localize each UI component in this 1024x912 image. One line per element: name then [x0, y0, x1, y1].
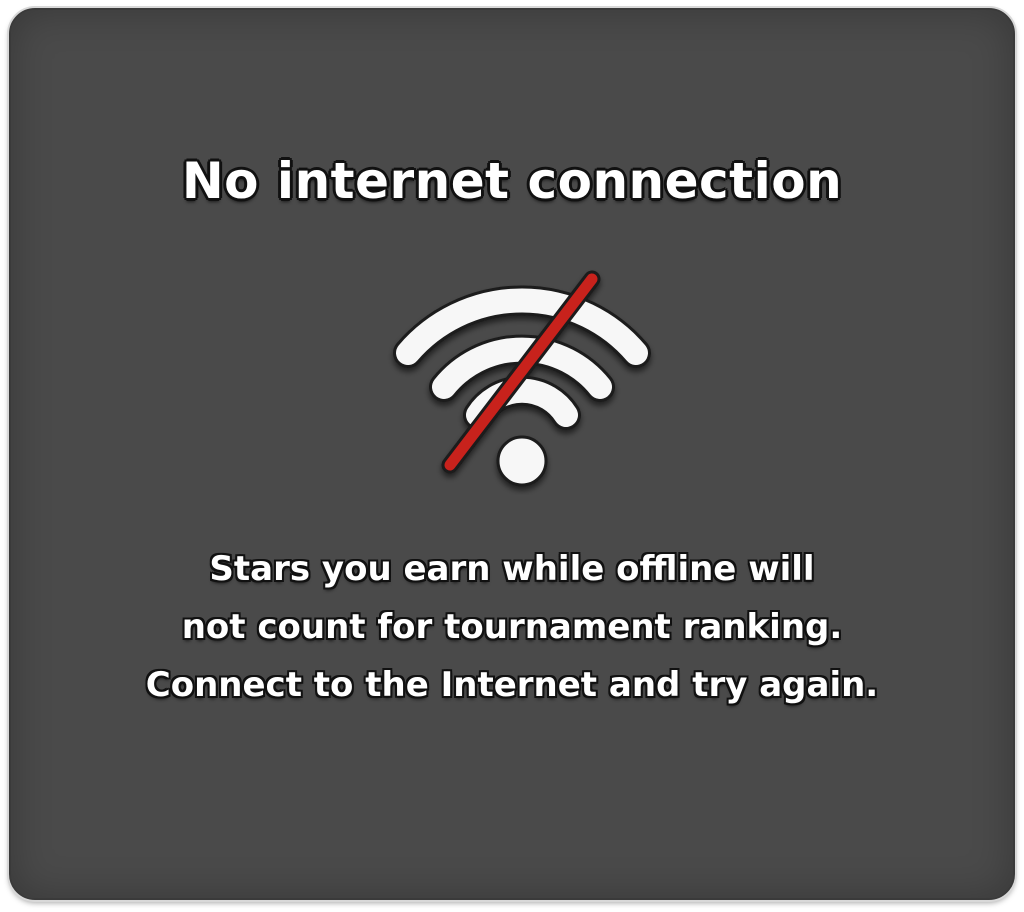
offline-dialog: No internet connection Stars you earn wh…: [9, 8, 1015, 900]
message-line: not count for tournament ranking.: [181, 607, 843, 647]
message-line: Stars you earn while offline will: [209, 549, 815, 589]
message-line: Connect to the Internet and try again.: [145, 665, 879, 705]
wifi-off-icon: [386, 265, 658, 495]
dialog-title: No internet connection: [181, 152, 843, 210]
dialog-message: Stars you earn while offline will not co…: [11, 540, 1013, 714]
